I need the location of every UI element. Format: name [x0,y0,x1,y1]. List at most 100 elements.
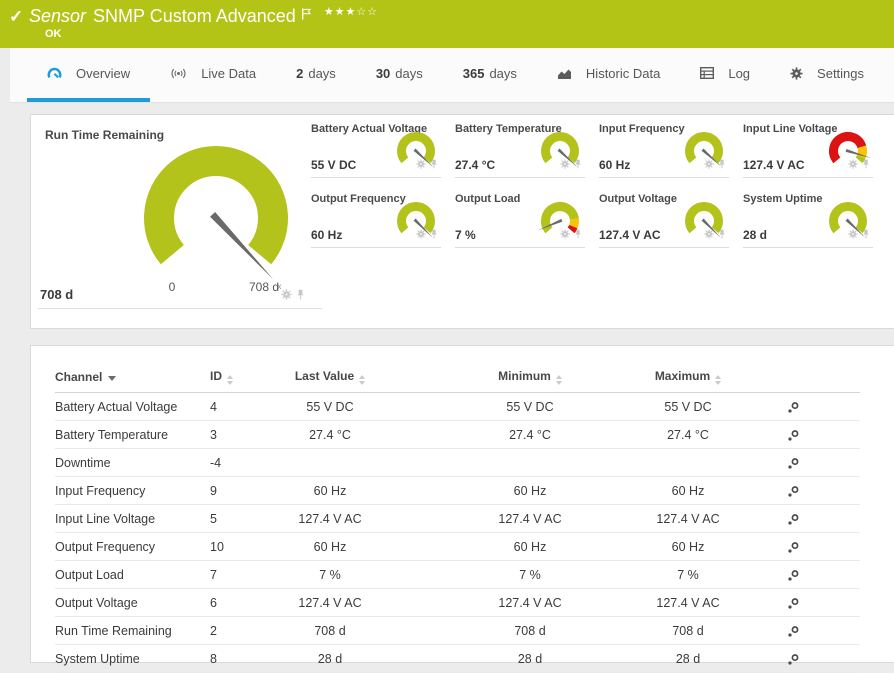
gauge-tile-output-load[interactable]: Output Load 7 % [455,191,585,248]
gauge-tile-run-time-remaining[interactable]: Run Time Remaining x 0 708 d 708 d [38,120,322,309]
cell-last-value: 27.4 °C [250,420,410,449]
channels-table: Channel ID Last Value Minimum Maximum Ba… [55,362,860,673]
gauge-value: 127.4 V AC [599,228,661,242]
priority-stars[interactable]: ★★★☆☆ [324,7,378,18]
column-header-minimum[interactable]: Minimum [410,362,650,393]
table-row[interactable]: Output Frequency 10 60 Hz 60 Hz 60 Hz [55,532,860,561]
log-list-icon [700,67,715,79]
gauge-pin-icon[interactable] [717,156,727,174]
table-row[interactable]: Battery Temperature 3 27.4 °C 27.4 °C 27.4 °… [55,420,860,449]
gauge-settings-gear-icon[interactable] [848,226,858,244]
cell-last-value: 127.4 V AC [250,588,410,617]
table-row[interactable]: Input Frequency 9 60 Hz 60 Hz 60 Hz [55,476,860,505]
cell-minimum: 55 V DC [410,392,650,421]
tab-2-days[interactable]: 2 days [276,48,356,102]
gauge-title: Output Voltage [599,193,678,205]
gauge-tile-battery-actual-voltage[interactable]: Battery Actual Voltage 55 V DC [311,121,441,178]
channel-settings-icon[interactable] [787,457,800,470]
channel-settings-icon[interactable] [787,485,800,498]
cell-actions [726,448,860,477]
gauge-tile-system-uptime[interactable]: System Uptime 28 d [743,191,873,248]
column-header-maximum[interactable]: Maximum [650,362,726,393]
channel-settings-icon[interactable] [787,541,800,554]
gauge-value: 127.4 V AC [743,158,805,172]
gauge-pin-icon[interactable] [573,156,583,174]
channel-settings-icon[interactable] [787,625,800,638]
tab-settings[interactable]: Settings [770,48,884,102]
sort-icon [715,375,722,385]
gauge-tile-output-frequency[interactable]: Output Frequency 60 Hz [311,191,441,248]
cell-id: 10 [210,532,250,561]
channel-settings-icon[interactable] [787,429,800,442]
cell-id: 8 [210,644,250,673]
gauge-pin-icon[interactable] [717,226,727,244]
table-row[interactable]: Input Line Voltage 5 127.4 V AC 127.4 V AC 1… [55,504,860,533]
cell-minimum: 27.4 °C [410,420,650,449]
prtg-sensor-page: ✓ Sensor SNMP Custom Advanced ★★★☆☆ OK O… [0,0,894,673]
gauge-pin-icon[interactable] [295,287,306,305]
gauge-pin-icon[interactable] [429,226,439,244]
gauge-value: 60 Hz [599,158,631,172]
channel-settings-icon[interactable] [787,653,800,666]
cell-maximum: 55 V DC [650,392,726,421]
channel-settings-icon[interactable] [787,597,800,610]
gauge-tile-battery-temperature[interactable]: Battery Temperature 27.4 °C [455,121,585,178]
column-header-channel[interactable]: Channel [55,362,210,393]
gauge-tile-input-frequency[interactable]: Input Frequency 60 Hz [599,121,729,178]
gauge-pin-icon[interactable] [573,226,583,244]
cell-last-value: 55 V DC [250,392,410,421]
cell-id: 5 [210,504,250,533]
cell-minimum: 708 d [410,616,650,645]
gauge-settings-gear-icon[interactable] [416,156,426,174]
cell-last-value: 60 Hz [250,532,410,561]
column-header-last-value[interactable]: Last Value [250,362,410,393]
table-row[interactable]: Output Load 7 7 % 7 % 7 % [55,560,860,589]
cell-channel: Run Time Remaining [55,616,210,645]
cell-channel: Output Voltage [55,588,210,617]
cell-id: 6 [210,588,250,617]
gauge-settings-gear-icon[interactable] [416,226,426,244]
tab-live-data[interactable]: Live Data [150,48,276,102]
gauge-scale-min: 0 [168,280,176,294]
tab-label: days [308,65,336,81]
gauge-settings-gear-icon[interactable] [704,226,714,244]
gauge-tile-input-line-voltage[interactable]: Input Line Voltage 127.4 V AC [743,121,873,178]
cell-last-value [250,448,410,477]
gauge-pin-icon[interactable] [861,156,871,174]
sensor-status-bar: ✓ Sensor SNMP Custom Advanced ★★★☆☆ OK [0,0,894,48]
cell-minimum: 60 Hz [410,476,650,505]
channel-settings-icon[interactable] [787,569,800,582]
table-row[interactable]: Battery Actual Voltage 4 55 V DC 55 V DC 55 … [55,392,860,421]
cell-channel: Output Load [55,560,210,589]
gauge-tile-output-voltage[interactable]: Output Voltage 127.4 V AC [599,191,729,248]
gauge-settings-gear-icon[interactable] [704,156,714,174]
gauge-settings-gear-icon[interactable] [281,287,292,305]
sort-icon [555,375,562,385]
table-row[interactable]: Output Voltage 6 127.4 V AC 127.4 V AC 127.4… [55,588,860,617]
area-chart-icon [557,67,572,80]
cell-maximum: 60 Hz [650,532,726,561]
gauge-settings-gear-icon[interactable] [560,226,570,244]
tab-label: days [395,65,423,81]
table-row[interactable]: System Uptime 8 28 d 28 d 28 d [55,644,860,673]
gauge-settings-gear-icon[interactable] [848,156,858,174]
column-header-id[interactable]: ID [210,362,250,393]
status-ok-check-icon: ✓ [9,7,24,26]
channel-settings-icon[interactable] [787,513,800,526]
tab-historic-data[interactable]: Historic Data [537,48,680,102]
tab-30-days[interactable]: 30 days [356,48,443,102]
flag-icon[interactable] [301,7,312,25]
channel-settings-icon[interactable] [787,401,800,414]
cell-minimum: 127.4 V AC [410,504,650,533]
tab-log[interactable]: Log [680,48,770,102]
table-row[interactable]: Run Time Remaining 2 708 d 708 d 708 d [55,616,860,645]
gear-icon [790,66,803,80]
tab-365-days[interactable]: 365 days [443,48,537,102]
gauge-settings-gear-icon[interactable] [560,156,570,174]
table-row[interactable]: Downtime -4 [55,448,860,477]
gauge-pin-icon[interactable] [429,156,439,174]
cell-actions [726,392,860,421]
gauge-pin-icon[interactable] [861,226,871,244]
tab-overview[interactable]: Overview [27,48,151,102]
cell-minimum: 60 Hz [410,532,650,561]
